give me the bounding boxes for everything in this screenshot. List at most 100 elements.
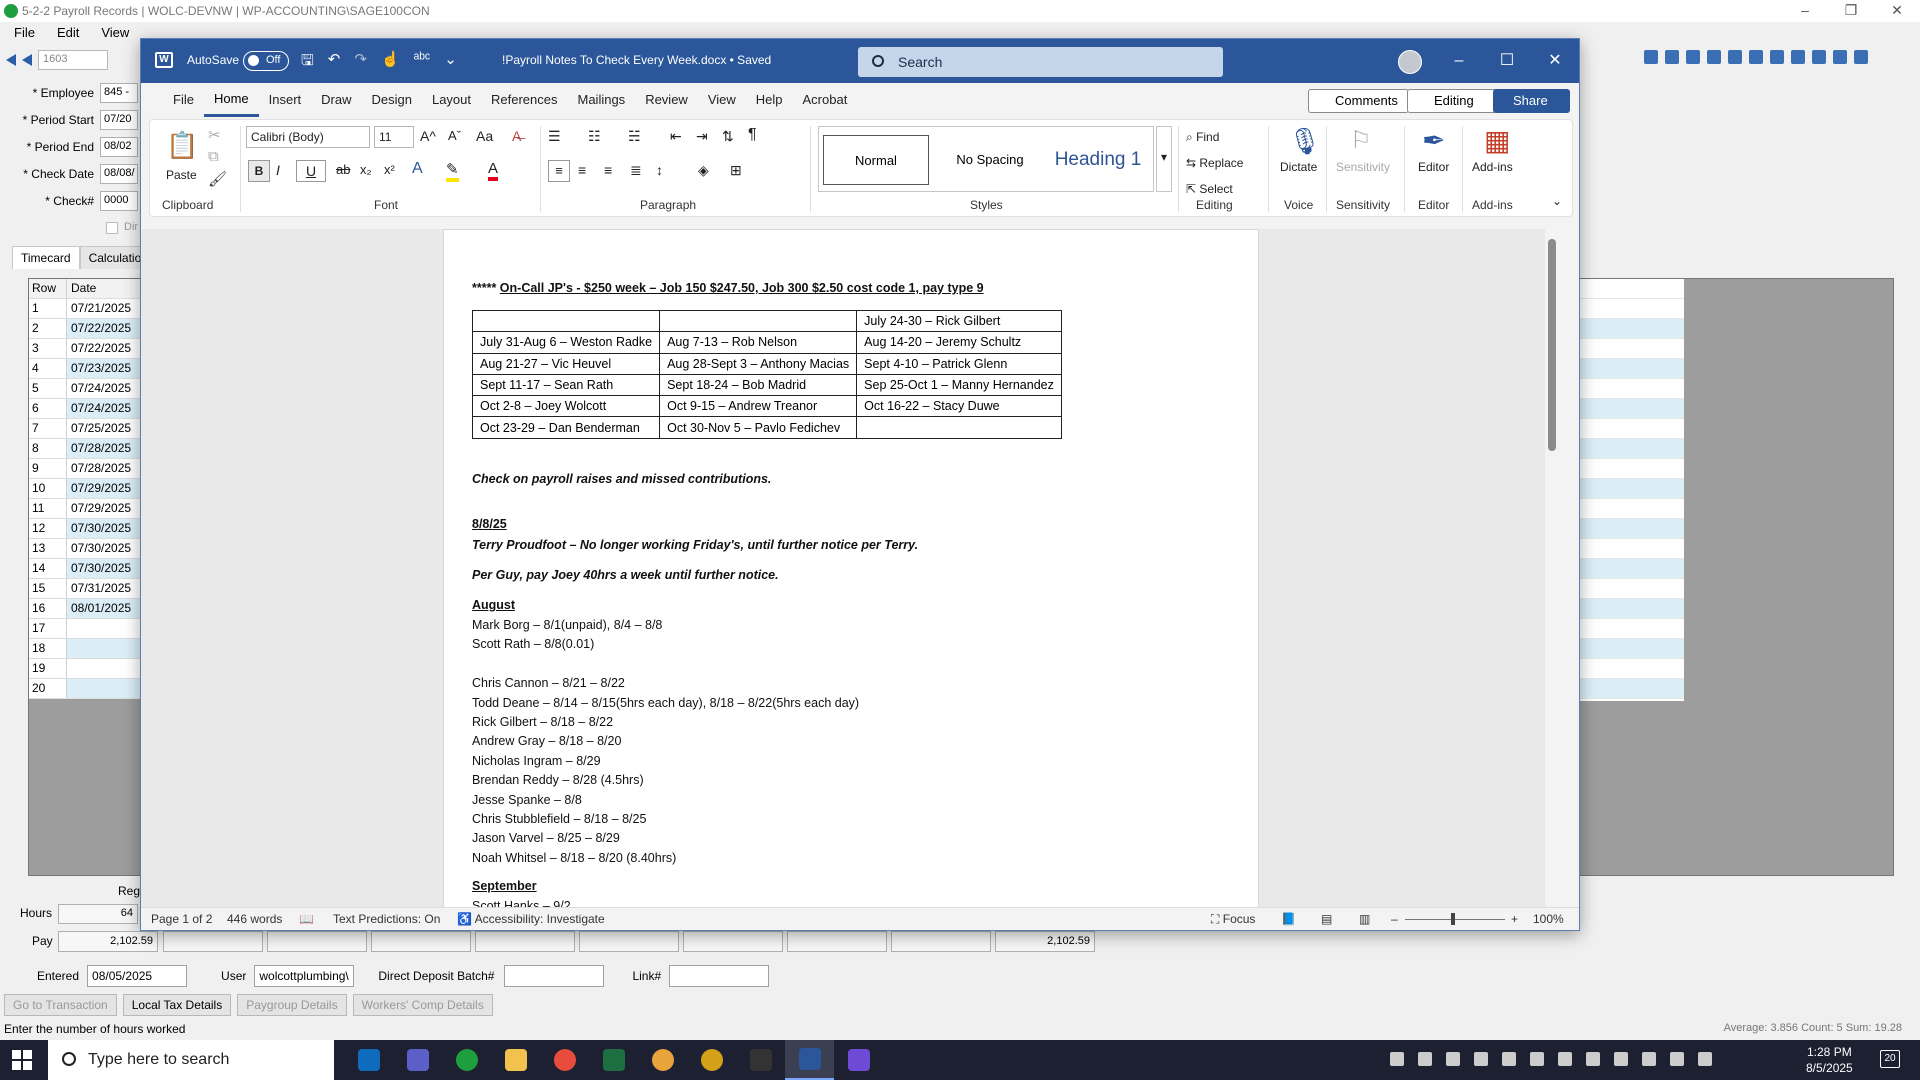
cut-icon[interactable] — [1728, 50, 1742, 64]
tab-timecard[interactable]: Timecard — [12, 246, 80, 269]
notifications-icon[interactable]: 20 — [1880, 1050, 1900, 1068]
dictate-button[interactable]: Dictate — [1280, 160, 1317, 174]
table-row[interactable]: 14 07/30/2025 — [29, 559, 141, 579]
line-spacing-icon[interactable]: ↕ — [656, 162, 663, 178]
text-effects-icon[interactable]: A — [412, 160, 423, 178]
word-icon[interactable] — [785, 1040, 834, 1080]
row-date[interactable]: 07/25/2025 — [67, 419, 141, 438]
save-icon[interactable]: 🖫 — [301, 50, 314, 75]
paygroup-details-button[interactable]: Paygroup Details — [237, 994, 347, 1016]
excel-icon[interactable] — [589, 1040, 638, 1080]
menu-file[interactable]: File — [14, 22, 35, 44]
find-icon[interactable] — [1707, 50, 1721, 64]
superscript-icon[interactable]: x² — [384, 162, 395, 177]
collapse-ribbon-icon[interactable]: ⌄ — [1552, 194, 1562, 208]
paste-button[interactable]: Paste — [166, 168, 197, 182]
tab-layout[interactable]: Layout — [422, 83, 481, 117]
decrease-indent-icon[interactable]: ⇤ — [670, 128, 682, 145]
search-box[interactable]: Search — [858, 47, 1223, 77]
grid-cell[interactable] — [1579, 419, 1684, 439]
font-size-box[interactable]: 11 — [374, 126, 414, 148]
grid-cell[interactable] — [1579, 599, 1684, 619]
close-icon[interactable]: ✕ — [1874, 0, 1920, 22]
table-row[interactable]: 12 07/30/2025 — [29, 519, 141, 539]
grid-cell[interactable] — [1579, 359, 1684, 379]
back-icon[interactable] — [1686, 50, 1700, 64]
style-normal[interactable]: Normal — [823, 135, 929, 185]
web-layout-icon[interactable]: ▥ — [1359, 908, 1370, 930]
entered-field[interactable]: 08/05/2025 — [87, 965, 188, 987]
document-area[interactable]: ***** On-Call JP's - $250 week – Job 150… — [141, 229, 1561, 909]
table-row[interactable]: 19 — [29, 659, 141, 679]
underline-icon[interactable]: U — [296, 160, 326, 182]
accessibility-status[interactable]: ♿ Accessibility: Investigate — [457, 908, 605, 930]
grid-cell[interactable] — [1579, 579, 1684, 599]
grid-cell[interactable] — [1579, 319, 1684, 339]
record-number-field[interactable]: 1603 — [38, 50, 108, 70]
align-left-icon[interactable]: ≡ — [548, 160, 570, 182]
redo-icon[interactable]: ↷ — [354, 50, 367, 75]
grid-cell[interactable] — [1579, 639, 1684, 659]
table-row[interactable]: 2 07/22/2025 — [29, 319, 141, 339]
highlight-icon[interactable]: ✎ — [446, 160, 459, 182]
row-date[interactable]: 07/30/2025 — [67, 539, 141, 558]
align-right-icon[interactable]: ≡ — [604, 162, 612, 178]
grid-cell[interactable] — [1579, 299, 1684, 319]
row-date[interactable]: 07/24/2025 — [67, 399, 141, 418]
strikethrough-icon[interactable]: ab — [336, 162, 350, 177]
grow-font-icon[interactable]: A^ — [420, 128, 436, 144]
paste-icon[interactable]: 📋 — [166, 130, 198, 161]
tab-help[interactable]: Help — [746, 83, 793, 117]
row-date[interactable]: 07/21/2025 — [67, 299, 141, 318]
row-date[interactable]: 07/28/2025 — [67, 439, 141, 458]
row-date[interactable] — [67, 679, 141, 698]
table-row[interactable]: 11 07/29/2025 — [29, 499, 141, 519]
row-date[interactable]: 07/29/2025 — [67, 499, 141, 518]
clock[interactable]: 1:28 PM 8/5/2025 — [1806, 1044, 1853, 1076]
app-icon[interactable] — [540, 1040, 589, 1080]
table-row[interactable]: 7 07/25/2025 — [29, 419, 141, 439]
shading-icon[interactable]: ◈ — [698, 162, 709, 179]
document-title[interactable]: !Payroll Notes To Check Every Week.docx … — [502, 53, 771, 67]
tab-acrobat[interactable]: Acrobat — [793, 83, 858, 117]
copy-icon[interactable] — [1749, 50, 1763, 64]
grid-cell[interactable] — [1579, 559, 1684, 579]
editor-button[interactable]: Editor — [1418, 160, 1449, 174]
table-row[interactable]: 20 — [29, 679, 141, 699]
page-icon[interactable] — [1665, 50, 1679, 64]
go-to-transaction-button[interactable]: Go to Transaction — [4, 994, 117, 1016]
outlook-icon[interactable] — [344, 1040, 393, 1080]
table-row[interactable]: 17 — [29, 619, 141, 639]
tab-home[interactable]: Home — [203, 83, 259, 117]
document-page[interactable]: ***** On-Call JP's - $250 week – Job 150… — [443, 229, 1259, 909]
tray-icon[interactable] — [1390, 1052, 1404, 1066]
tab-view[interactable]: View — [698, 83, 746, 117]
tray-icon[interactable] — [1586, 1052, 1600, 1066]
row-date[interactable] — [67, 619, 141, 638]
table-row[interactable]: 6 07/24/2025 — [29, 399, 141, 419]
focus-button[interactable]: ⛶ Focus — [1211, 908, 1255, 930]
cut-icon[interactable]: ✂ — [208, 126, 221, 144]
tab-insert[interactable]: Insert — [259, 83, 312, 117]
teams-icon[interactable] — [393, 1040, 442, 1080]
grid-cell[interactable] — [1579, 659, 1684, 679]
share-button[interactable]: Share — [1493, 89, 1570, 113]
close-icon[interactable]: ✕ — [1531, 39, 1579, 83]
row-date[interactable]: 08/01/2025 — [67, 599, 141, 618]
grid-cell[interactable] — [1579, 679, 1684, 699]
first-record-icon[interactable] — [6, 54, 16, 66]
zoom-out-icon[interactable]: – — [1391, 908, 1398, 930]
tray-icon[interactable] — [1558, 1052, 1572, 1066]
user-avatar[interactable] — [1398, 50, 1422, 74]
direct-deposit-batch-field[interactable] — [504, 965, 605, 987]
tray-icon[interactable] — [1614, 1052, 1628, 1066]
align-center-icon[interactable]: ≡ — [578, 162, 586, 178]
shrink-font-icon[interactable]: Aˇ — [448, 128, 461, 143]
restore-icon[interactable]: ❐ — [1828, 0, 1874, 22]
row-date[interactable]: 07/22/2025 — [67, 319, 141, 338]
workers-comp-details-button[interactable]: Workers' Comp Details — [352, 994, 493, 1016]
table-row[interactable]: 13 07/30/2025 — [29, 539, 141, 559]
sort-icon[interactable]: ⇅ — [722, 128, 734, 145]
table-row[interactable]: 16 08/01/2025 — [29, 599, 141, 619]
font-name-box[interactable]: Calibri (Body) — [246, 126, 370, 148]
